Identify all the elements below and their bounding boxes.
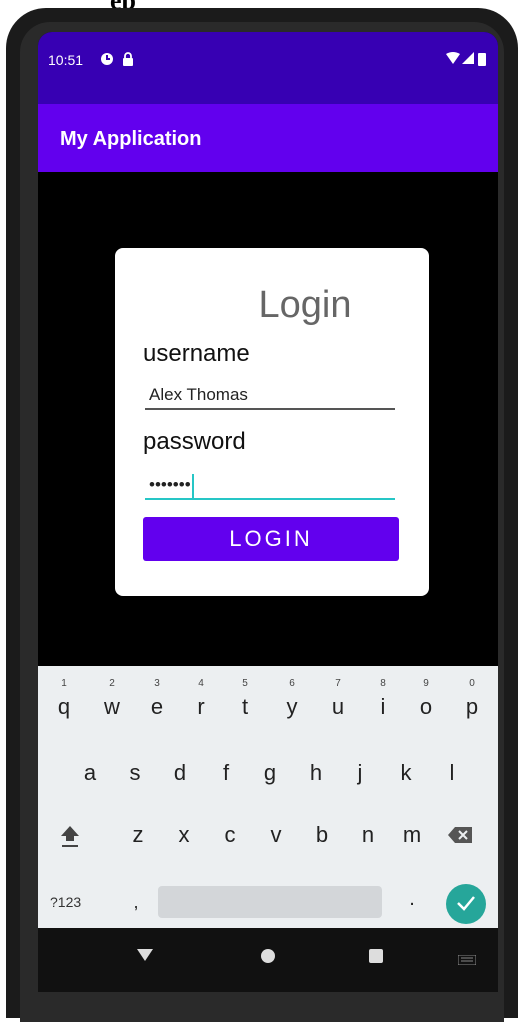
- key-label-q: q: [57, 694, 71, 719]
- key-hint-p: 0: [469, 678, 475, 689]
- key-q[interactable]: 1q: [52, 678, 76, 720]
- lock-icon: [122, 52, 134, 69]
- username-value: Alex Thomas: [149, 385, 248, 404]
- key-hint-r: 4: [198, 678, 204, 689]
- key-label-r: r: [197, 694, 205, 719]
- key-label-y: y: [286, 694, 298, 719]
- key-d[interactable]: d: [168, 760, 192, 786]
- period-key[interactable]: .: [402, 888, 422, 911]
- key-r[interactable]: 4r: [189, 678, 213, 720]
- key-z[interactable]: z: [126, 822, 150, 848]
- text-cursor: [191, 473, 194, 498]
- login-button[interactable]: LOGIN: [143, 517, 399, 561]
- key-hint-y: 6: [289, 678, 295, 689]
- key-hint-w: 2: [109, 678, 115, 689]
- key-w[interactable]: 2w: [100, 678, 124, 720]
- key-label-w: w: [104, 694, 120, 719]
- app-bar: My Application: [38, 104, 498, 172]
- device-screen: 10:51 My Application Login username Alex…: [38, 32, 498, 992]
- system-nav-bar: [38, 928, 498, 992]
- backspace-key[interactable]: [438, 824, 482, 850]
- key-t[interactable]: 5t: [233, 678, 257, 720]
- wifi-icon: [446, 52, 460, 67]
- key-a[interactable]: a: [78, 760, 102, 786]
- comma-key[interactable]: ,: [126, 892, 146, 913]
- soft-keyboard: 1q2w3e4r5t6y7u8i9o0p asdfghjkl zxcvbnm ?…: [38, 666, 498, 928]
- key-e[interactable]: 3e: [145, 678, 169, 720]
- key-hint-o: 9: [423, 678, 429, 689]
- key-label-u: u: [331, 694, 345, 719]
- key-g[interactable]: g: [258, 760, 282, 786]
- key-b[interactable]: b: [310, 822, 334, 848]
- sync-icon: [100, 52, 114, 69]
- key-s[interactable]: s: [123, 760, 147, 786]
- checkmark-icon: [456, 891, 476, 916]
- status-time: 10:51: [48, 52, 84, 68]
- battery-icon: [478, 52, 486, 69]
- keyboard-switch-icon[interactable]: [457, 952, 477, 970]
- username-field[interactable]: Alex Thomas: [145, 380, 395, 410]
- key-label-i: i: [380, 694, 386, 719]
- key-hint-q: 1: [61, 678, 67, 689]
- space-key[interactable]: [158, 886, 382, 918]
- login-card: Login username Alex Thomas password ••••…: [115, 248, 429, 596]
- key-x[interactable]: x: [172, 822, 196, 848]
- key-c[interactable]: c: [218, 822, 242, 848]
- back-triangle-icon[interactable]: [136, 948, 154, 967]
- home-circle-icon[interactable]: [260, 948, 276, 969]
- key-label-p: p: [465, 694, 479, 719]
- key-n[interactable]: n: [356, 822, 380, 848]
- app-title: My Application: [60, 128, 202, 150]
- key-label-t: t: [241, 694, 249, 719]
- key-hint-t: 5: [242, 678, 248, 689]
- password-value: •••••••: [149, 475, 191, 494]
- enter-key[interactable]: [446, 884, 486, 924]
- password-field[interactable]: •••••••: [145, 470, 395, 500]
- password-label: password: [143, 428, 246, 455]
- key-hint-u: 7: [335, 678, 341, 689]
- key-m[interactable]: m: [400, 822, 424, 848]
- key-f[interactable]: f: [214, 760, 238, 786]
- key-p[interactable]: 0p: [460, 678, 484, 720]
- recents-square-icon[interactable]: [368, 948, 384, 969]
- signal-icon: [462, 52, 474, 67]
- key-u[interactable]: 7u: [326, 678, 350, 720]
- status-bar: 10:51: [38, 32, 498, 104]
- key-j[interactable]: j: [348, 760, 372, 786]
- symbols-key[interactable]: ?123: [50, 894, 81, 910]
- key-label-e: e: [150, 694, 164, 719]
- key-l[interactable]: l: [440, 760, 464, 786]
- shift-key[interactable]: [50, 824, 90, 854]
- username-label: username: [143, 340, 250, 367]
- login-title: Login: [258, 284, 352, 326]
- key-h[interactable]: h: [304, 760, 328, 786]
- key-v[interactable]: v: [264, 822, 288, 848]
- key-label-o: o: [419, 694, 433, 719]
- key-y[interactable]: 6y: [280, 678, 304, 720]
- key-hint-e: 3: [154, 678, 160, 689]
- key-o[interactable]: 9o: [414, 678, 438, 720]
- key-k[interactable]: k: [394, 760, 418, 786]
- key-hint-i: 8: [380, 678, 386, 689]
- key-i[interactable]: 8i: [371, 678, 395, 720]
